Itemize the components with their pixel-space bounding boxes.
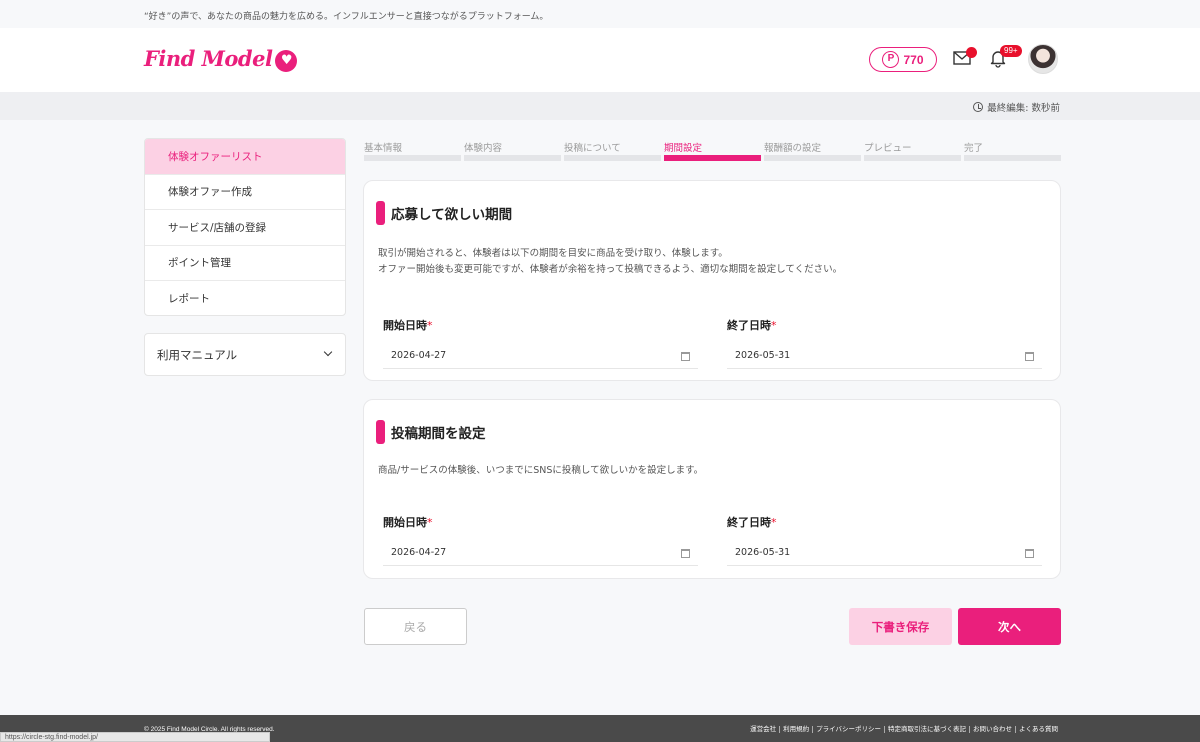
step-label: 基本情報: [364, 143, 403, 154]
last-edited-info: 最終編集: 数秒前: [973, 100, 1060, 114]
section-title-text: 投稿期間を設定: [391, 426, 486, 442]
date-value: 2026-05-31: [735, 547, 791, 558]
label-text: 開始日時: [383, 319, 427, 332]
start-date-input[interactable]: 2026-04-27: [383, 540, 698, 566]
tagline: “好き”の声で、あなたの商品の魅力を広める。インフルエンサーと直接つながるプラッ…: [144, 12, 549, 22]
start-date-label: 開始日時*: [383, 514, 433, 530]
save-draft-button[interactable]: 下書き保存: [849, 608, 952, 645]
date-value: 2026-04-27: [391, 547, 447, 558]
sidebar-item-offer-create[interactable]: 体験オファー作成: [145, 175, 345, 210]
step-label: 報酬額の設定: [764, 143, 822, 154]
description-line: 商品/サービスの体験後、いつまでにSNSに投稿して欲しいかを設定します。: [378, 465, 704, 476]
step-bar: [964, 155, 1061, 161]
end-date-input[interactable]: 2026-05-31: [727, 540, 1042, 566]
required-mark: *: [771, 319, 777, 332]
sidebar-menu: 体験オファーリスト 体験オファー作成 サービス/店舗の登録 ポイント管理 レポー…: [144, 138, 346, 316]
calendar-icon[interactable]: [1025, 352, 1034, 361]
calendar-icon[interactable]: [1025, 549, 1034, 558]
footer-link-privacy[interactable]: プライバシーポリシー: [812, 726, 884, 733]
clock-icon: [973, 102, 984, 112]
back-button[interactable]: 戻る: [364, 608, 467, 645]
heart-icon: ♥: [275, 50, 298, 72]
posting-period-card: 投稿期間を設定 商品/サービスの体験後、いつまでにSNSに投稿して欲しいかを設定…: [363, 399, 1061, 579]
mail-icon[interactable]: [953, 47, 977, 68]
start-date-label: 開始日時*: [383, 317, 433, 333]
step-label: 期間設定: [664, 143, 703, 154]
step-bar: [564, 155, 661, 161]
logo[interactable]: Find Model ♥: [144, 46, 298, 72]
status-bar-url: https://circle-stg.find-model.jp/: [0, 732, 270, 742]
points-icon: P: [882, 51, 900, 68]
step-reward[interactable]: 報酬額の設定: [764, 140, 861, 161]
manual-dropdown[interactable]: 利用マニュアル: [144, 333, 346, 376]
label-text: 開始日時: [383, 516, 427, 529]
points-value: 770: [903, 52, 924, 67]
end-date-label: 終了日時*: [727, 317, 777, 333]
next-button[interactable]: 次へ: [958, 608, 1061, 645]
step-period[interactable]: 期間設定: [664, 140, 761, 161]
footer-links: 運営会社 利用規約 プライバシーポリシー 特定商取引法に基づく表記 お問い合わせ…: [747, 726, 1061, 733]
section-title-text: 応募して欲しい期間: [391, 207, 513, 223]
mail-unread-dot: [966, 47, 977, 58]
required-mark: *: [427, 516, 433, 529]
chevron-down-icon: [323, 347, 333, 357]
step-basic-info[interactable]: 基本情報: [364, 140, 461, 161]
progress-steps: 基本情報 体験内容 投稿について 期間設定 報酬額の設定 プレビュー 完了: [364, 140, 1061, 161]
title-accent-bar: [376, 201, 385, 225]
footer-link-contact[interactable]: お問い合わせ: [969, 726, 1015, 733]
avatar[interactable]: [1028, 44, 1058, 74]
edit-status-bar: 最終編集: 数秒前: [0, 92, 1200, 120]
sidebar-item-points[interactable]: ポイント管理: [145, 246, 345, 281]
step-bar: [664, 155, 761, 161]
date-value: 2026-04-27: [391, 350, 447, 361]
end-date-label: 終了日時*: [727, 514, 777, 530]
sidebar-item-offer-list[interactable]: 体験オファーリスト: [145, 139, 345, 175]
step-label: 体験内容: [464, 143, 503, 154]
description-line: 取引が開始されると、体験者は以下の期間を目安に商品を受け取り、体験します。: [378, 248, 728, 259]
step-bar: [364, 155, 461, 161]
section-description: 商品/サービスの体験後、いつまでにSNSに投稿して欲しいかを設定します。: [378, 463, 703, 479]
footer-link-company[interactable]: 運営会社: [747, 726, 779, 733]
step-bar: [764, 155, 861, 161]
section-title: 応募して欲しい期間: [376, 201, 512, 225]
calendar-icon[interactable]: [681, 352, 690, 361]
footer-link-faq[interactable]: よくある質問: [1015, 726, 1061, 733]
footer-link-commerce-law[interactable]: 特定商取引法に基づく表記: [884, 726, 969, 733]
notification-badge: 99+: [1000, 45, 1022, 57]
step-complete[interactable]: 完了: [964, 140, 1061, 161]
section-title: 投稿期間を設定: [376, 420, 486, 444]
title-accent-bar: [376, 420, 385, 444]
required-mark: *: [427, 319, 433, 332]
step-bar: [864, 155, 961, 161]
sidebar-item-report[interactable]: レポート: [145, 281, 345, 315]
logo-text: Find Model: [144, 46, 273, 71]
sidebar-item-service-registration[interactable]: サービス/店舗の登録: [145, 210, 345, 246]
bell-icon[interactable]: 99+: [988, 45, 1022, 70]
header: Find Model ♥ P 770 99+: [0, 28, 1200, 92]
step-preview[interactable]: プレビュー: [864, 140, 961, 161]
label-text: 終了日時: [727, 319, 771, 332]
section-description: 取引が開始されると、体験者は以下の期間を目安に商品を受け取り、体験します。 オフ…: [378, 246, 842, 278]
step-bar: [464, 155, 561, 161]
step-posting[interactable]: 投稿について: [564, 140, 661, 161]
required-mark: *: [771, 516, 777, 529]
description-line: オファー開始後も変更可能ですが、体験者が余裕を持って投稿できるよう、適切な期間を…: [378, 264, 843, 275]
step-label: 投稿について: [564, 143, 621, 154]
start-date-input[interactable]: 2026-04-27: [383, 343, 698, 369]
top-bar: “好き”の声で、あなたの商品の魅力を広める。インフルエンサーと直接つながるプラッ…: [0, 0, 1200, 28]
application-period-card: 応募して欲しい期間 取引が開始されると、体験者は以下の期間を目安に商品を受け取り…: [363, 180, 1061, 381]
step-label: 完了: [964, 143, 984, 154]
step-label: プレビュー: [864, 143, 912, 154]
label-text: 終了日時: [727, 516, 771, 529]
date-value: 2026-05-31: [735, 350, 791, 361]
manual-label: 利用マニュアル: [157, 347, 238, 362]
footer-link-terms[interactable]: 利用規約: [779, 726, 812, 733]
step-experience[interactable]: 体験内容: [464, 140, 561, 161]
end-date-input[interactable]: 2026-05-31: [727, 343, 1042, 369]
calendar-icon[interactable]: [681, 549, 690, 558]
points-badge[interactable]: P 770: [869, 47, 937, 72]
last-edited-text: 最終編集: 数秒前: [987, 103, 1060, 114]
